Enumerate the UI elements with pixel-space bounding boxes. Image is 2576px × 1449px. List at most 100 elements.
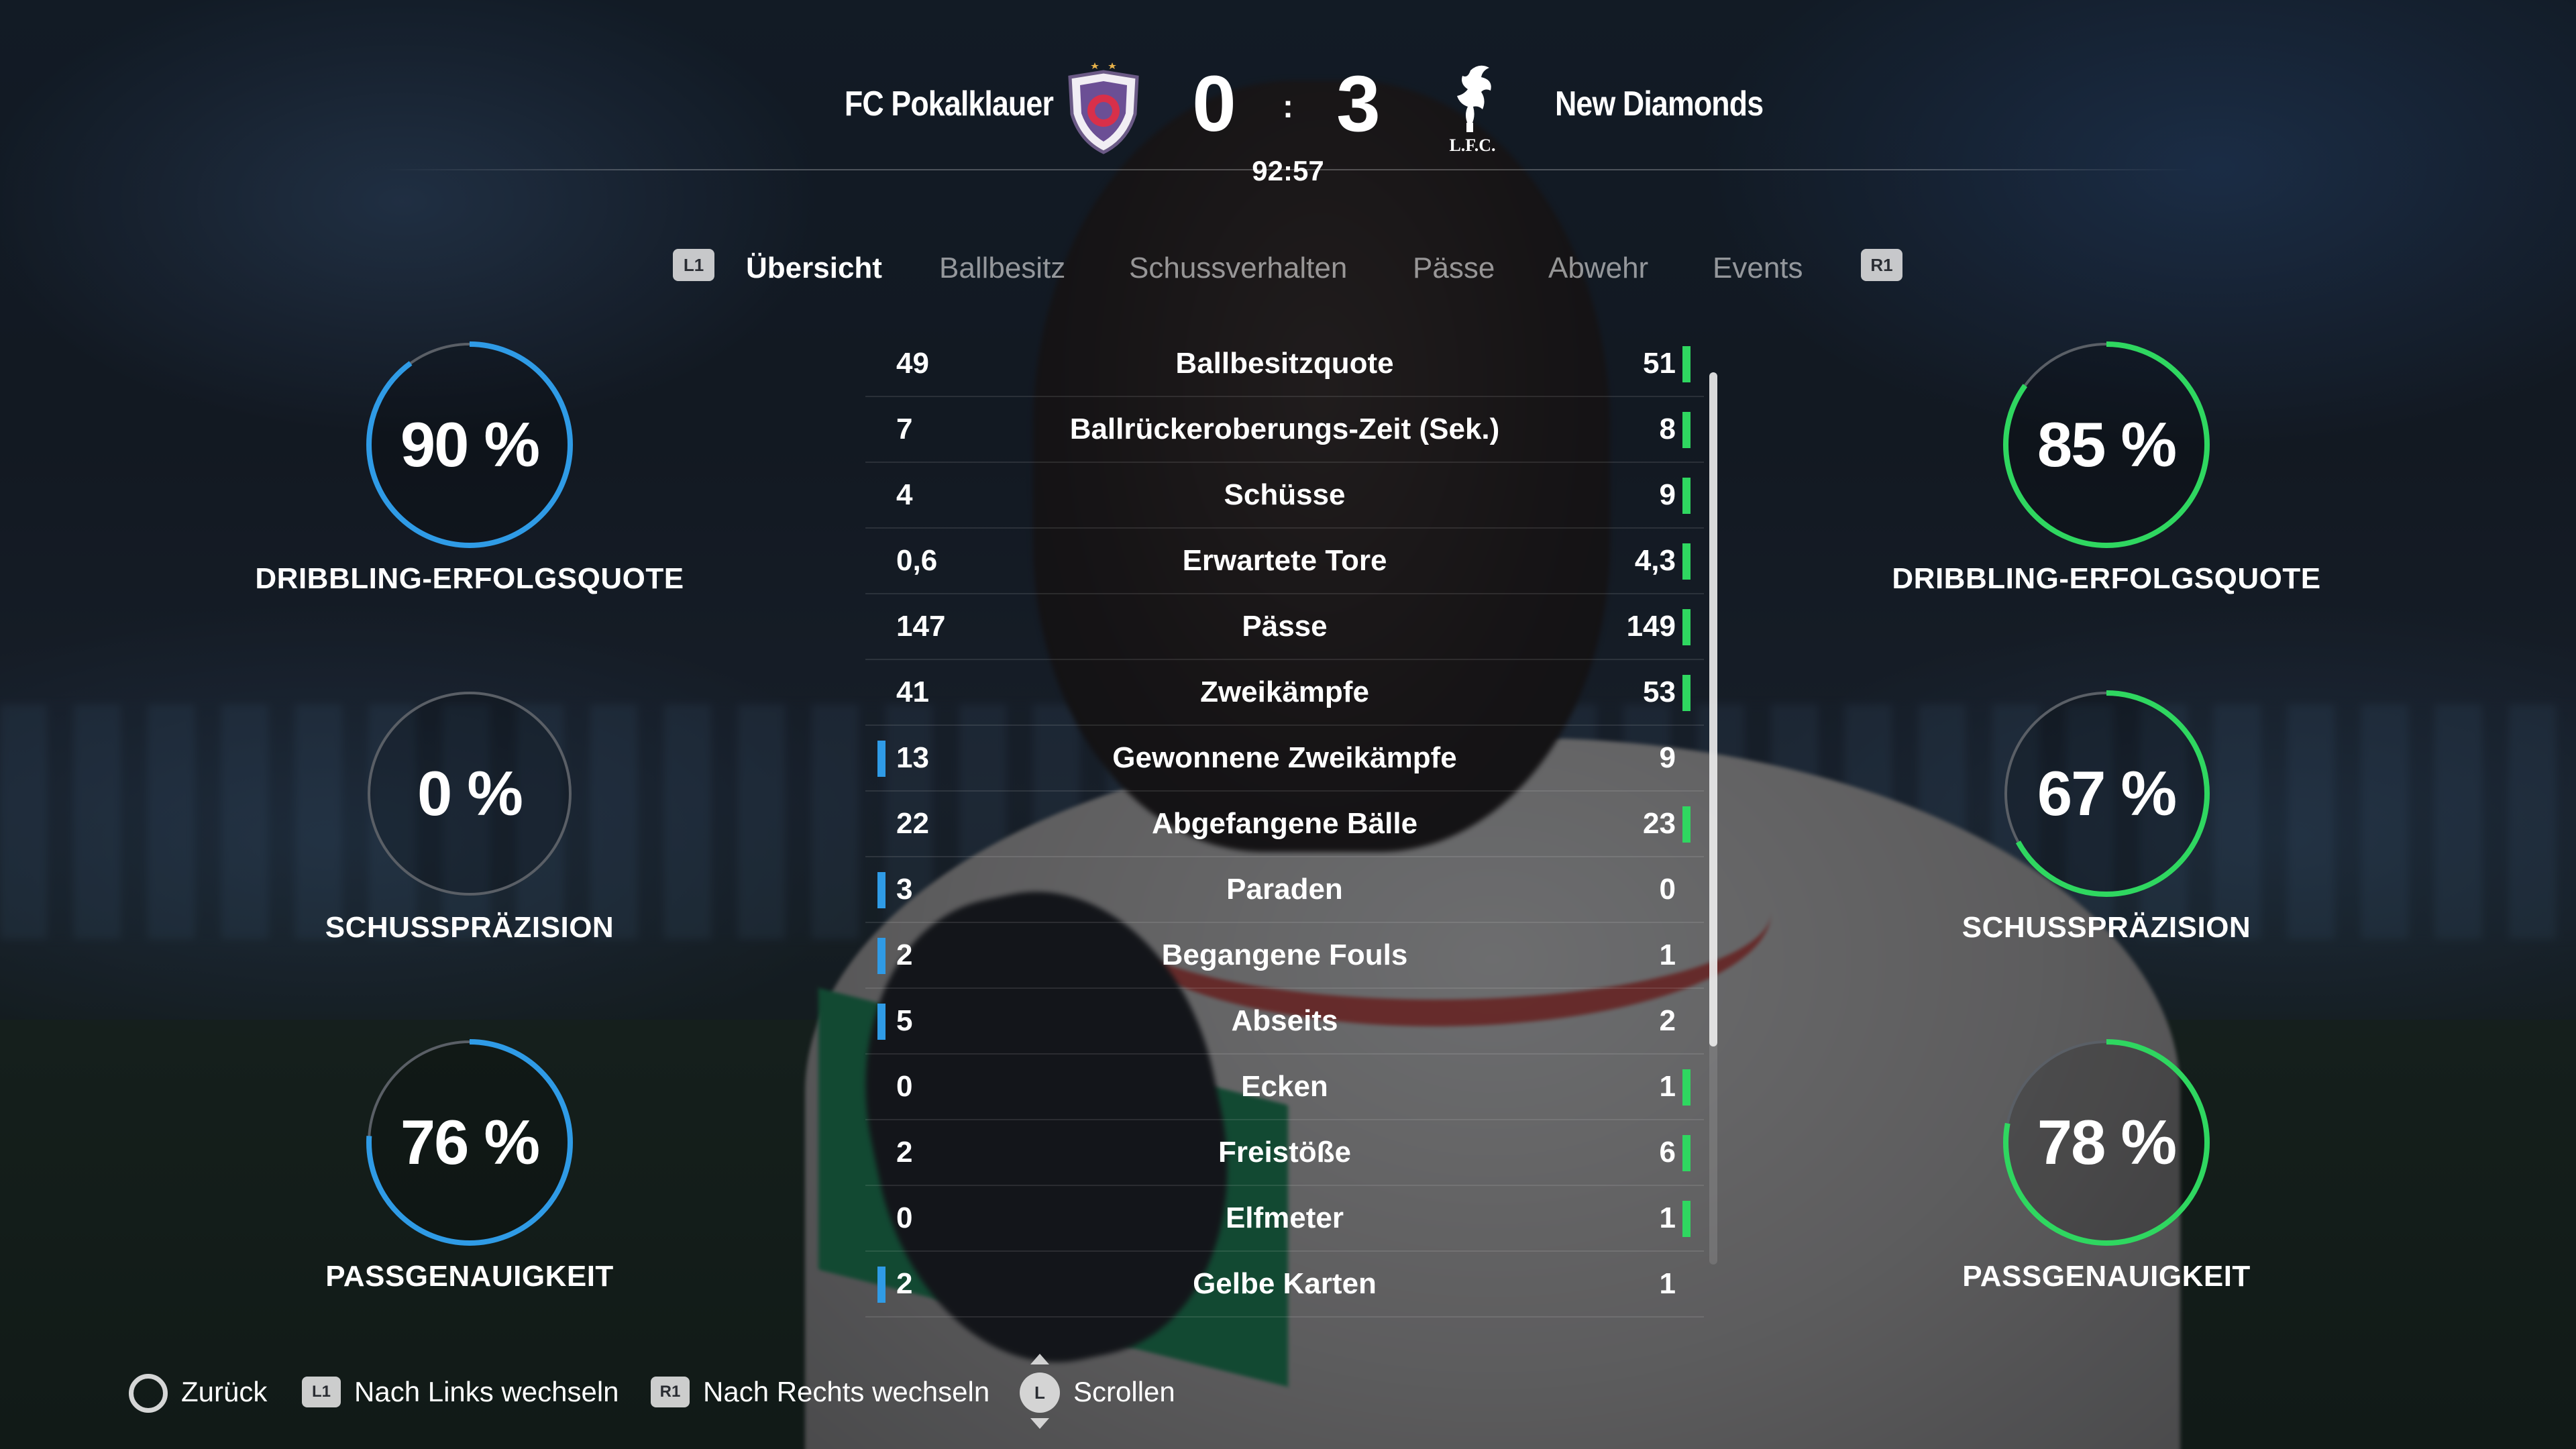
stat-name: Ecken [1241,1070,1328,1103]
stat-row: 49 Ballbesitzquote 51 [865,331,1704,397]
l1-button-icon[interactable]: L1 [673,249,714,281]
home-score: 0 [1192,60,1236,148]
ring-value: 67 % [2037,758,2177,828]
scrollbar-thumb[interactable] [1709,372,1717,1046]
stat-name: Zweikämpfe [1200,676,1369,708]
stat-home-value: 2 [896,1267,913,1300]
stat-away-value: 6 [1659,1136,1676,1169]
stat-away-value: 53 [1643,676,1676,708]
away-score: 3 [1336,60,1381,148]
stat-row: 41 Zweikämpfe 53 [865,660,1704,726]
away-lead-bar [1682,1201,1690,1237]
stat-name: Elfmeter [1225,1201,1344,1234]
hint-scroll-label: Scrollen [1073,1376,1175,1407]
r1-button-icon[interactable]: R1 [1861,249,1902,281]
home-stat-ring: 90 % DRIBBLING-ERFOLGSQUOTE [201,334,738,602]
ring-label: PASSGENAUIGKEIT [1962,1260,2251,1293]
ring-label: DRIBBLING-ERFOLGSQUOTE [1892,562,2321,595]
away-lead-bar [1682,1069,1690,1106]
stat-row: 0 Ecken 1 [865,1055,1704,1120]
home-team-name: FC Pokalklauer [844,85,1054,123]
stat-home-value: 41 [896,676,929,708]
stat-away-value: 9 [1659,478,1676,511]
home-lead-bar [877,741,885,777]
tab-paesse[interactable]: Pässe [1413,245,1495,292]
header-divider [382,169,2194,170]
stat-away-value: 4,3 [1634,544,1676,577]
match-clock: 92:57 [1252,155,1324,186]
stat-name: Abgefangene Bälle [1151,807,1418,840]
stat-home-value: 0,6 [896,544,938,577]
stat-away-value: 1 [1659,1070,1676,1103]
home-stat-ring: 76 % PASSGENAUIGKEIT [201,1032,738,1300]
ring-value: 76 % [400,1107,540,1177]
stat-away-value: 51 [1643,347,1676,380]
ring-value: 78 % [2037,1107,2177,1177]
stats-scrollbar[interactable] [1709,372,1717,1265]
svg-text:L.F.C.: L.F.C. [1449,136,1495,155]
away-lead-bar [1682,543,1690,580]
ring-label: DRIBBLING-ERFOLGSQUOTE [255,562,684,595]
stat-row: 3 Paraden 0 [865,857,1704,923]
away-lead-bar [1682,609,1690,645]
tab-schussverhalten[interactable]: Schussverhalten [1129,245,1347,292]
away-lead-bar [1682,1135,1690,1171]
home-crest-icon [1060,57,1147,158]
away-stat-ring: 78 % PASSGENAUIGKEIT [1838,1032,2375,1300]
home-lead-bar [877,938,885,974]
stat-away-value: 1 [1659,1267,1676,1300]
stat-row: 2 Begangene Fouls 1 [865,923,1704,989]
ring-label: PASSGENAUIGKEIT [325,1260,614,1293]
score-separator: : [1283,89,1293,125]
away-stat-ring: 85 % DRIBBLING-ERFOLGSQUOTE [1838,334,2375,602]
stat-name: Ballrückeroberungs-Zeit (Sek.) [1069,413,1500,445]
hint-switch-right-label: Nach Rechts wechseln [703,1376,990,1407]
stat-row: 2 Freistöße 6 [865,1120,1704,1186]
stat-row: 4 Schüsse 9 [865,463,1704,529]
away-stat-ring: 67 % SCHUSSPRÄZISION [1838,683,2375,951]
stat-home-value: 4 [896,478,913,511]
home-lead-bar [877,1267,885,1303]
away-lead-bar [1682,806,1690,843]
tab-events[interactable]: Events [1713,245,1803,292]
stat-row: 2 Gelbe Karten 1 [865,1252,1704,1318]
stat-name: Abseits [1231,1004,1338,1037]
home-lead-bar [877,872,885,908]
tab-uebersicht[interactable]: Übersicht [746,245,882,292]
stats-tabs: L1 Übersicht Ballbesitz Schussverhalten … [0,245,2576,292]
stat-name: Gelbe Karten [1193,1267,1377,1300]
stat-home-value: 2 [896,1136,913,1169]
stat-away-value: 0 [1659,873,1676,906]
stat-home-value: 7 [896,413,913,445]
stat-home-value: 49 [896,347,929,380]
tab-abwehr[interactable]: Abwehr [1548,245,1648,292]
stat-away-value: 1 [1659,938,1676,971]
stat-home-value: 147 [896,610,946,643]
away-lead-bar [1682,478,1690,514]
scroll-up-arrow-icon [1030,1354,1049,1364]
stat-home-value: 5 [896,1004,913,1037]
hint-back-label: Zurück [181,1376,268,1407]
tab-ballbesitz[interactable]: Ballbesitz [939,245,1065,292]
home-lead-bar [877,1004,885,1040]
stat-away-value: 9 [1659,741,1676,774]
stat-home-value: 3 [896,873,913,906]
away-crest-icon: L.F.C. [1429,57,1516,158]
scroll-down-arrow-icon [1030,1418,1049,1429]
l1-button-icon: L1 [302,1377,341,1407]
ring-value: 90 % [400,409,540,480]
away-lead-bar [1682,675,1690,711]
left-stick-icon: L [1020,1373,1060,1413]
stat-row: 7 Ballrückeroberungs-Zeit (Sek.) 8 [865,397,1704,463]
stat-home-value: 0 [896,1201,913,1234]
stat-home-value: 2 [896,938,913,971]
stat-home-value: 22 [896,807,929,840]
stat-name: Gewonnene Zweikämpfe [1112,741,1457,774]
circle-button-icon [129,1374,168,1413]
stat-row: 13 Gewonnene Zweikämpfe 9 [865,726,1704,792]
away-lead-bar [1682,412,1690,448]
stat-away-value: 149 [1626,610,1676,643]
hint-switch-left-label: Nach Links wechseln [354,1376,619,1407]
home-stat-ring: 0 % SCHUSSPRÄZISION [201,683,738,951]
stat-name: Ballbesitzquote [1175,347,1394,380]
